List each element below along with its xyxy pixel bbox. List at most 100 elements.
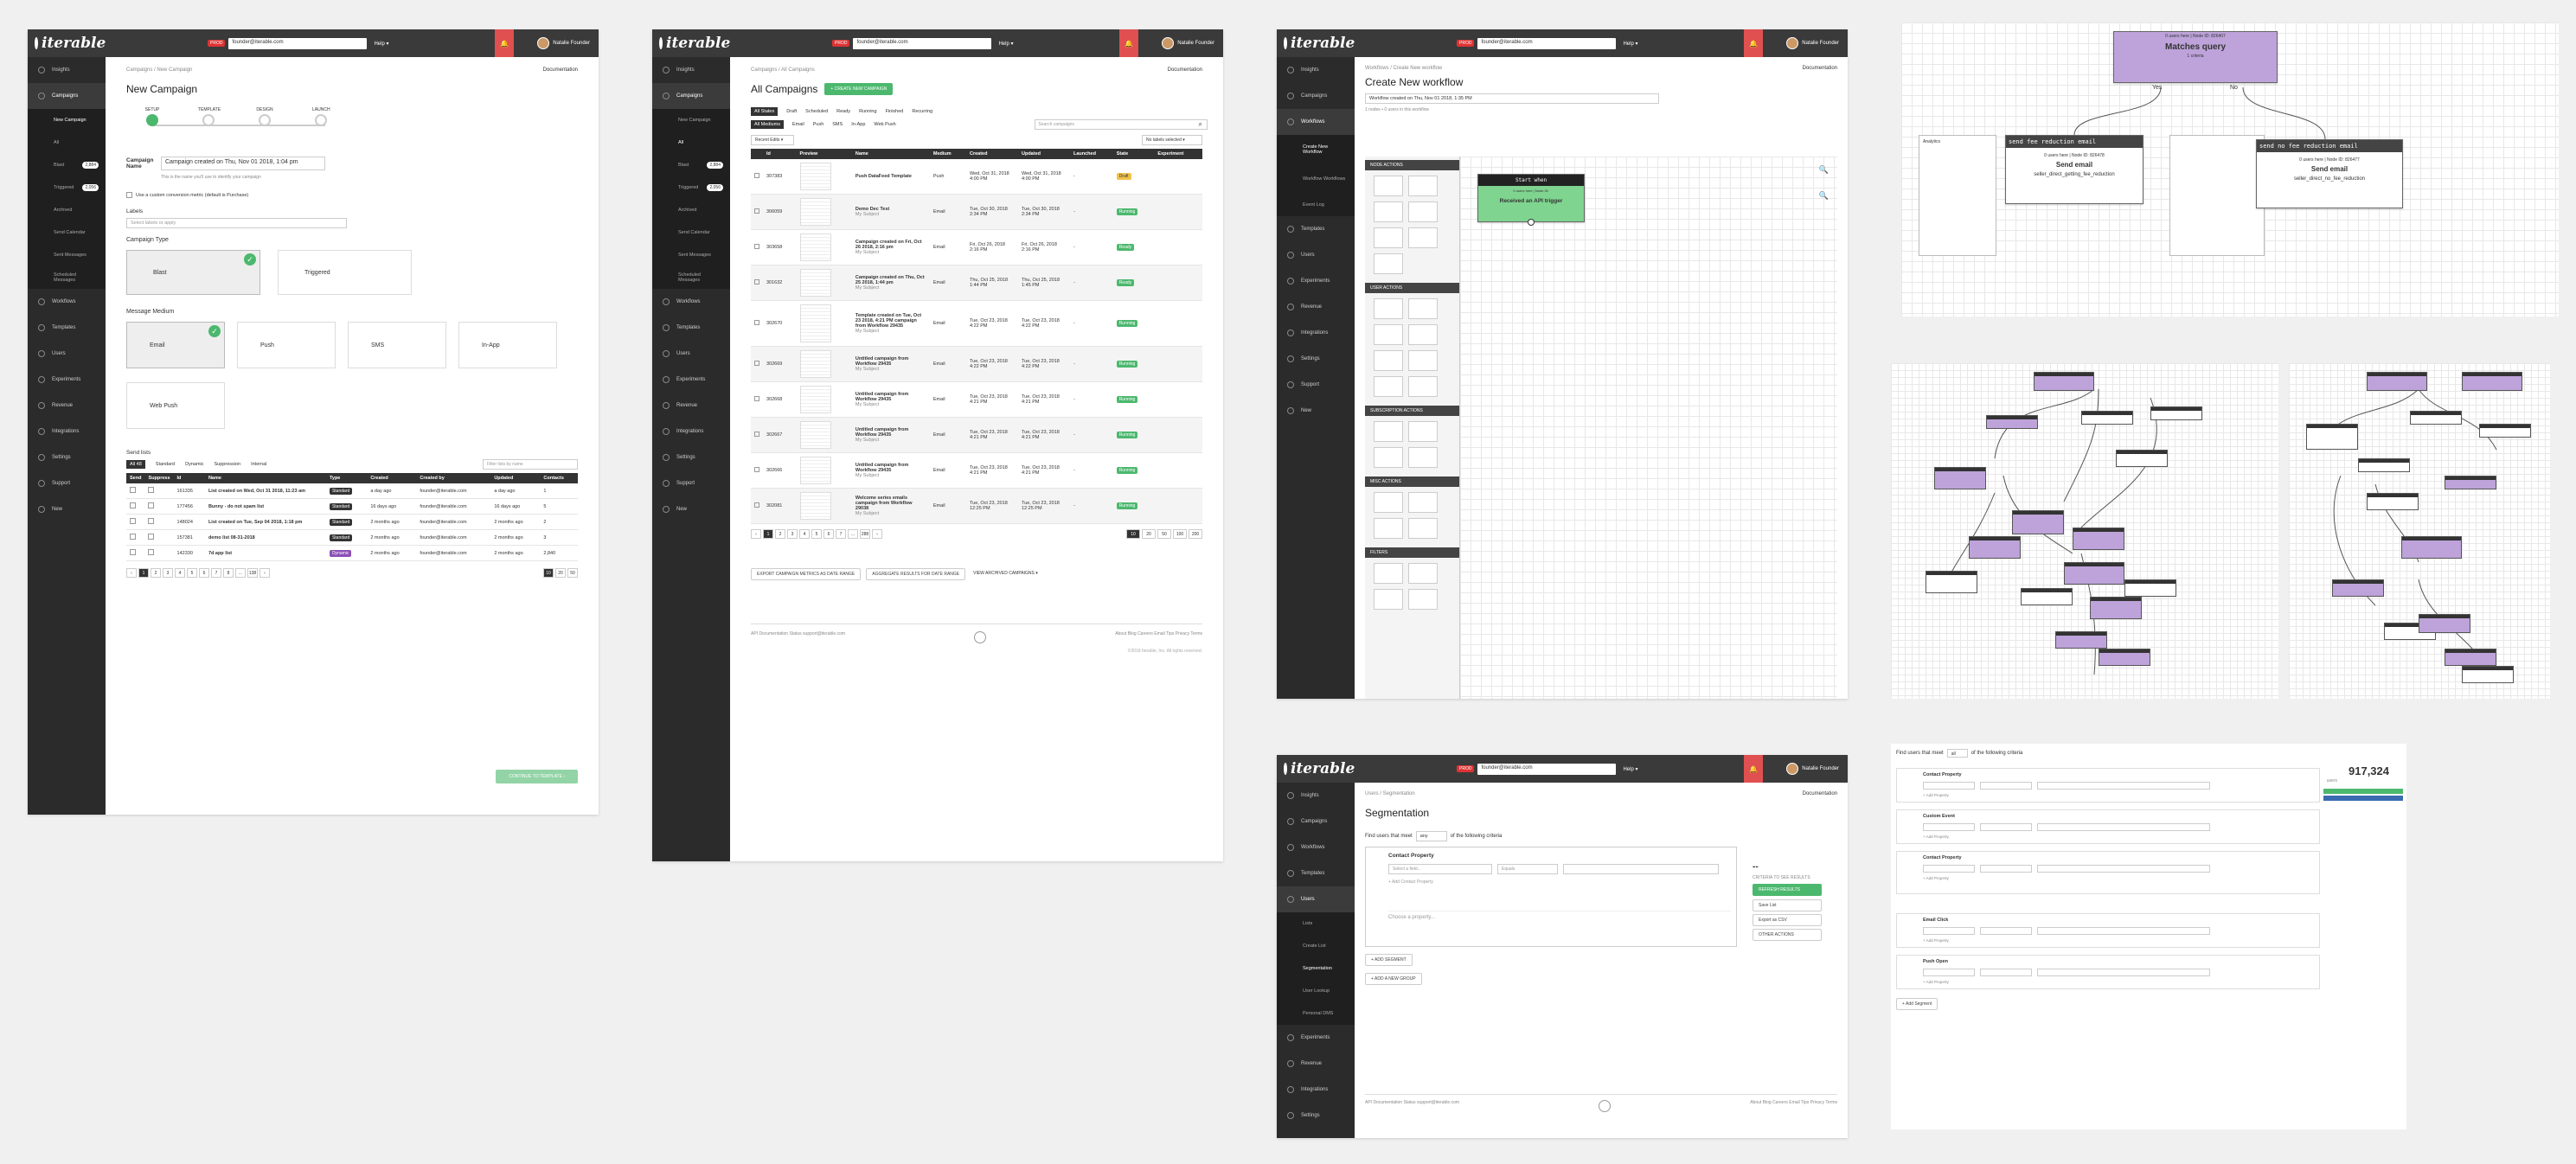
sub-new-campaign[interactable]: New Campaign	[28, 109, 106, 131]
page-[interactable]: ...	[848, 529, 858, 539]
campaign-name[interactable]: Template created on Tue, Oct 23 2018, 4:…	[851, 300, 930, 347]
nav-campaigns[interactable]: Campaigns	[1277, 809, 1355, 835]
add-property-link[interactable]: + Add Property	[1923, 938, 2312, 943]
palette-node-icon[interactable]	[1408, 201, 1438, 222]
medium-push[interactable]: Push	[237, 322, 336, 368]
workflow-node[interactable]	[2419, 614, 2470, 633]
field-select[interactable]	[1923, 823, 1975, 831]
page-138[interactable]: 138	[247, 568, 258, 578]
per-page-200[interactable]: 200	[1189, 529, 1202, 539]
sub-lists[interactable]: Lists	[1277, 912, 1355, 935]
workflow-node[interactable]	[2124, 579, 2176, 597]
per-page-10[interactable]: 10	[1126, 529, 1140, 539]
nav-new[interactable]: New	[28, 496, 106, 522]
column-header-contacts[interactable]: Contacts	[540, 473, 578, 483]
export-metrics-button[interactable]: EXPORT CAMPAIGN METRICS AS DATE RANGE	[751, 568, 862, 580]
operator-select[interactable]: Equals	[1497, 864, 1558, 874]
conversion-checkbox[interactable]: Use a custom conversion metric (default …	[126, 192, 578, 198]
per-page-50[interactable]: 50	[567, 568, 578, 578]
per-page-10[interactable]: 10	[543, 568, 554, 578]
palette-node-icon[interactable]	[1374, 176, 1403, 196]
workflow-name-input[interactable]: Workflow created on Thu, Nov 01 2018, 1:…	[1365, 93, 1659, 104]
sub-scheduled-messages[interactable]: Scheduled Messages	[28, 266, 106, 289]
page-1[interactable]: 1	[138, 568, 149, 578]
nav-settings[interactable]: Settings	[1277, 1103, 1355, 1129]
project-select[interactable]: founder@iterable.com	[1477, 37, 1617, 49]
column-header-id[interactable]: Id	[173, 473, 205, 483]
select-all-column[interactable]	[751, 149, 763, 159]
row-checkbox[interactable]	[751, 381, 763, 418]
other-actions-button[interactable]: OTHER ACTIONS	[1753, 929, 1822, 941]
per-page-20[interactable]: 20	[555, 568, 566, 578]
table-row[interactable]: 302669 Untitled campaign from Workflow 29…	[751, 346, 1202, 382]
nav-templates[interactable]: Templates	[1277, 216, 1355, 242]
page-8[interactable]: 8	[223, 568, 234, 578]
column-header-preview[interactable]: Preview	[796, 149, 852, 159]
suppress-checkbox[interactable]	[144, 483, 174, 499]
user-menu[interactable]: Natalie Founder	[537, 37, 590, 49]
medium-tab-web-push[interactable]: Web Push	[874, 120, 895, 129]
page-3[interactable]: 3	[163, 568, 173, 578]
send-checkbox[interactable]	[126, 545, 145, 561]
sub-personal-dms[interactable]: Personal DMS	[1277, 1002, 1355, 1025]
nav-revenue[interactable]: Revenue	[1277, 294, 1355, 320]
palette-node-icon[interactable]	[1408, 324, 1438, 345]
suppress-checkbox[interactable]	[144, 514, 174, 530]
user-menu[interactable]: Natalie Founder	[1786, 763, 1839, 775]
suppress-checkbox[interactable]	[144, 529, 174, 546]
nav-experiments[interactable]: Experiments	[28, 367, 106, 393]
value-input[interactable]	[2037, 969, 2210, 976]
workflow-node[interactable]	[2021, 588, 2073, 605]
next-page[interactable]: ›	[260, 568, 270, 578]
sub-workflow-workflows[interactable]: Workflow Workflows	[1277, 164, 1355, 194]
next-page[interactable]: ›	[872, 529, 882, 539]
add-property-link[interactable]: + Add Property	[1923, 835, 2312, 839]
nav-campaigns[interactable]: Campaigns	[1277, 83, 1355, 109]
workflow-node[interactable]	[1969, 536, 2021, 559]
nav-settings[interactable]: Settings	[1277, 346, 1355, 372]
per-page-50[interactable]: 50	[1157, 529, 1171, 539]
palette-node-icon[interactable]	[1374, 253, 1403, 274]
nav-users[interactable]: Users	[28, 341, 106, 367]
project-select[interactable]: founder@iterable.com	[1477, 763, 1617, 775]
notification-icon[interactable]: 🔔	[1119, 29, 1138, 57]
sub-user-lookup[interactable]: User Lookup	[1277, 980, 1355, 1002]
state-tab-scheduled[interactable]: Scheduled	[805, 107, 828, 116]
footer-links-right[interactable]: About Blog Careers Email Tips Privacy Te…	[1115, 631, 1202, 643]
nav-support[interactable]: Support	[1277, 372, 1355, 398]
value-input[interactable]	[2037, 927, 2210, 935]
value-input[interactable]	[2037, 865, 2210, 873]
nav-integrations[interactable]: Integrations	[28, 419, 106, 444]
field-select[interactable]	[1923, 927, 1975, 935]
workflow-node[interactable]	[2401, 536, 2462, 559]
sub-sent-messages[interactable]: Sent Messages	[28, 244, 106, 266]
palette-node-icon[interactable]	[1374, 589, 1403, 610]
nav-workflows[interactable]: Workflows	[1277, 835, 1355, 860]
palette-node-icon[interactable]	[1408, 563, 1438, 584]
palette-node-icon[interactable]	[1374, 447, 1403, 468]
list-tab-suppression[interactable]: Suppression	[215, 462, 241, 467]
sub-blast[interactable]: Blast 2,884	[652, 154, 730, 176]
nav-campaigns[interactable]: Campaigns	[28, 83, 106, 109]
workflow-node[interactable]	[2055, 631, 2107, 649]
nav-integrations[interactable]: Integrations	[652, 419, 730, 444]
nav-experiments[interactable]: Experiments	[1277, 1025, 1355, 1051]
medium-tab-sms[interactable]: SMS	[832, 120, 843, 129]
workflow-node[interactable]	[2116, 450, 2168, 467]
campaign-name[interactable]: Welcome series emails campaign from Work…	[851, 488, 930, 524]
column-header-id[interactable]: Id	[763, 149, 797, 159]
palette-node-icon[interactable]	[1408, 421, 1438, 442]
notification-icon[interactable]: 🔔	[1744, 755, 1763, 783]
continue-button[interactable]: CONTINUE TO TEMPLATE ›	[496, 770, 578, 783]
operator-select[interactable]	[1980, 782, 2032, 790]
prev-page[interactable]: ‹	[751, 529, 761, 539]
workflow-node[interactable]	[2462, 666, 2514, 683]
palette-node-icon[interactable]	[1374, 350, 1403, 371]
list-filter-input[interactable]: Filter lists by name	[483, 459, 578, 470]
palette-node-icon[interactable]	[1408, 176, 1438, 196]
add-contact-property[interactable]: + Add Contact Property	[1388, 879, 1731, 885]
page-[interactable]: ...	[235, 568, 246, 578]
help-menu[interactable]: Help ▾	[1623, 766, 1637, 772]
row-checkbox[interactable]	[751, 417, 763, 453]
per-page-100[interactable]: 100	[1173, 529, 1187, 539]
